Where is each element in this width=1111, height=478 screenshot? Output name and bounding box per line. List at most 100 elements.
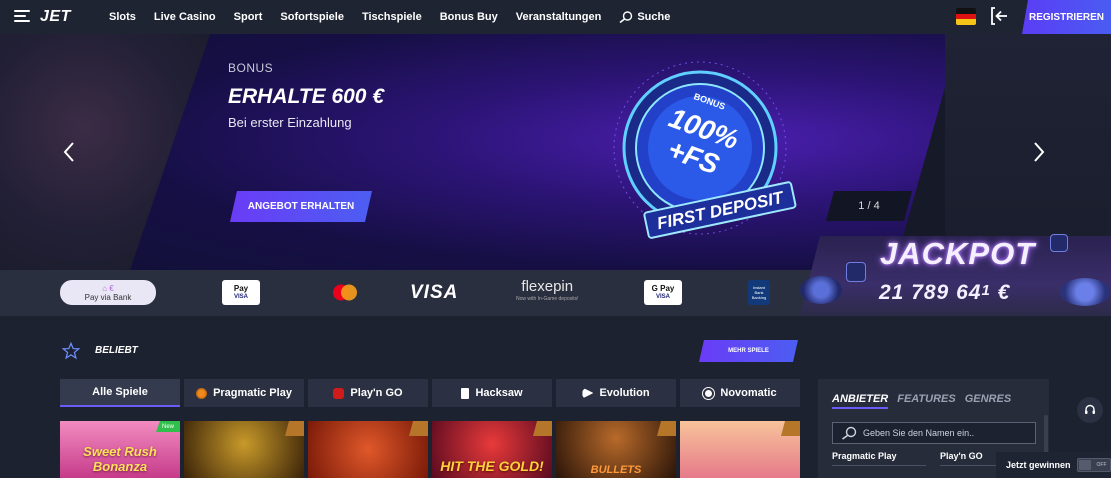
- game-tile[interactable]: HIT THE GOLD!: [432, 421, 552, 478]
- main-nav: Slots Live Casino Sport Sofortspiele Tis…: [109, 0, 688, 34]
- tab-pragmatic-play[interactable]: Pragmatic Play: [184, 379, 304, 407]
- trophy-icon: [781, 421, 800, 436]
- top-navigation-bar: JET Slots Live Casino Sport Sofortspiele…: [0, 0, 1111, 34]
- game-title: HIT THE GOLD!: [440, 458, 544, 474]
- tab-label: Pragmatic Play: [213, 387, 292, 399]
- nav-item-sport[interactable]: Sport: [234, 11, 263, 23]
- page: JET Slots Live Casino Sport Sofortspiele…: [0, 0, 1111, 478]
- tab-evolution[interactable]: Evolution: [556, 379, 676, 407]
- apple-pay-card-label: VISA: [233, 293, 248, 300]
- nav-item-sofortspiele[interactable]: Sofortspiele: [280, 11, 344, 23]
- game-tile[interactable]: [308, 421, 428, 478]
- provider-search-input[interactable]: Geben Sie den Namen ein..: [832, 422, 1036, 444]
- login-icon[interactable]: [989, 6, 1009, 26]
- search-label: Suche: [637, 11, 671, 23]
- playngo-icon: [333, 387, 345, 399]
- more-games-button[interactable]: MEHR SPIELE: [699, 340, 798, 362]
- slide-subtitle: Bei erster Einzahlung: [228, 115, 352, 130]
- tab-novomatic[interactable]: Novomatic: [680, 379, 800, 407]
- nav-item-slots[interactable]: Slots: [109, 11, 136, 23]
- nav-item-tischspiele[interactable]: Tischspiele: [362, 11, 422, 23]
- provider-tabs: Alle Spiele Pragmatic Play Play'n GO Hac…: [60, 379, 800, 407]
- flexepin-sub: Now with In-Game deposits!: [516, 295, 579, 302]
- tab-label: Play'n GO: [350, 387, 403, 399]
- register-button[interactable]: REGISTRIEREN: [1022, 0, 1111, 34]
- tab-hacksaw[interactable]: Hacksaw: [432, 379, 552, 407]
- game-tile[interactable]: [184, 421, 304, 478]
- jackpot-value-rolling-digit: 1: [981, 282, 991, 299]
- previous-slide-icon[interactable]: [62, 141, 76, 163]
- filter-tabs: ANBIETER FEATURES GENRES: [832, 393, 1011, 409]
- gift-icon: [285, 421, 304, 436]
- hero-banner: BONUS 100% +FS FIRST DEPOSIT BONUS ERHAL…: [0, 34, 1111, 270]
- visa-logo: VISA: [410, 281, 459, 303]
- tab-label: Hacksaw: [475, 387, 523, 399]
- search-button[interactable]: Suche: [619, 11, 670, 23]
- toggle-state: OFF: [1096, 462, 1107, 468]
- filter-tab-features[interactable]: FEATURES: [897, 393, 955, 409]
- bank-icon: ⌂ €: [102, 283, 114, 293]
- dice-icon: [846, 262, 866, 282]
- game-title: Sweet Rush Bonanza: [83, 444, 157, 474]
- game-tile[interactable]: [680, 421, 800, 478]
- game-grid: New Sweet Rush Bonanza HIT THE GOLD! BUL…: [60, 421, 800, 478]
- bonus-badge-graphic: BONUS 100% +FS FIRST DEPOSIT: [613, 61, 797, 239]
- toggle-knob: [1078, 460, 1091, 470]
- tab-all-games[interactable]: Alle Spiele: [60, 379, 180, 407]
- google-pay-card-label: VISA: [655, 293, 670, 300]
- tab-label: Novomatic: [720, 387, 777, 399]
- apple-pay-logo: Pay VISA: [222, 280, 260, 305]
- filter-tab-genres[interactable]: GENRES: [965, 393, 1011, 409]
- flexepin-label: flexepin: [521, 277, 574, 295]
- pay-via-bank-logo: ⌂ € Pay via Bank: [60, 280, 156, 305]
- slide-title: ERHALTE 600 €: [228, 85, 384, 108]
- mastercard-logo: [333, 284, 357, 301]
- provider-item[interactable]: Play'n GO: [940, 451, 983, 461]
- provider-divider: [832, 465, 926, 466]
- novomatic-icon: [703, 387, 715, 399]
- flexepin-logo: flexepin Now with In-Game deposits!: [516, 277, 579, 305]
- gift-icon: [409, 421, 428, 436]
- nav-item-bonus-buy[interactable]: Bonus Buy: [440, 11, 498, 23]
- next-slide-preview: [945, 34, 1111, 270]
- game-tile[interactable]: New Sweet Rush Bonanza: [60, 421, 180, 478]
- tab-playngo[interactable]: Play'n GO: [308, 379, 428, 407]
- nav-item-veranstaltungen[interactable]: Veranstaltungen: [516, 11, 602, 23]
- jackpot-value-main: 21 789 64: [879, 281, 982, 304]
- star-icon: [62, 342, 80, 360]
- provider-item[interactable]: Pragmatic Play: [832, 451, 897, 461]
- filter-tab-providers[interactable]: ANBIETER: [832, 393, 889, 409]
- dice-icon: [1050, 234, 1068, 252]
- tab-label: Evolution: [599, 387, 650, 399]
- section-title-popular: BELIEBT: [95, 345, 138, 356]
- slide-pager: 1 / 4: [826, 191, 912, 221]
- casino-chip-icon: [1060, 278, 1110, 306]
- jackpot-value: 21 789 641 €: [879, 281, 1010, 305]
- evolution-icon: [582, 387, 594, 399]
- jackpot-currency: €: [997, 281, 1011, 304]
- site-logo[interactable]: JET: [40, 8, 71, 26]
- game-title: BULLETS: [590, 464, 642, 476]
- nav-item-live-casino[interactable]: Live Casino: [154, 11, 216, 23]
- search-icon: [842, 426, 857, 440]
- win-now-toggle[interactable]: OFF: [1076, 458, 1111, 472]
- de-flag-icon[interactable]: [956, 8, 976, 25]
- google-pay-label: G Pay: [651, 283, 675, 293]
- get-offer-button[interactable]: ANGEBOT ERHALTEN: [230, 191, 372, 222]
- provider-search-placeholder: Geben Sie den Namen ein..: [863, 428, 975, 438]
- slide-kicker: BONUS: [228, 61, 274, 75]
- jackpot-title: JACKPOT: [880, 236, 1036, 271]
- instant-bank-logo: Instant Bank Banking: [748, 280, 770, 305]
- support-button[interactable]: [1077, 397, 1103, 423]
- google-pay-logo: G Pay VISA: [644, 280, 682, 305]
- hacksaw-icon: [461, 387, 470, 399]
- headset-icon: [1085, 404, 1095, 414]
- casino-chip-icon: [800, 276, 842, 304]
- pragmatic-icon: [196, 387, 208, 399]
- search-icon: [619, 11, 633, 23]
- game-tile[interactable]: BULLETS: [556, 421, 676, 478]
- next-slide-icon[interactable]: [1032, 141, 1046, 163]
- menu-icon[interactable]: [14, 10, 30, 23]
- win-now-label: Jetzt gewinnen: [1006, 460, 1071, 470]
- win-now-widget: Jetzt gewinnen OFF: [996, 452, 1111, 478]
